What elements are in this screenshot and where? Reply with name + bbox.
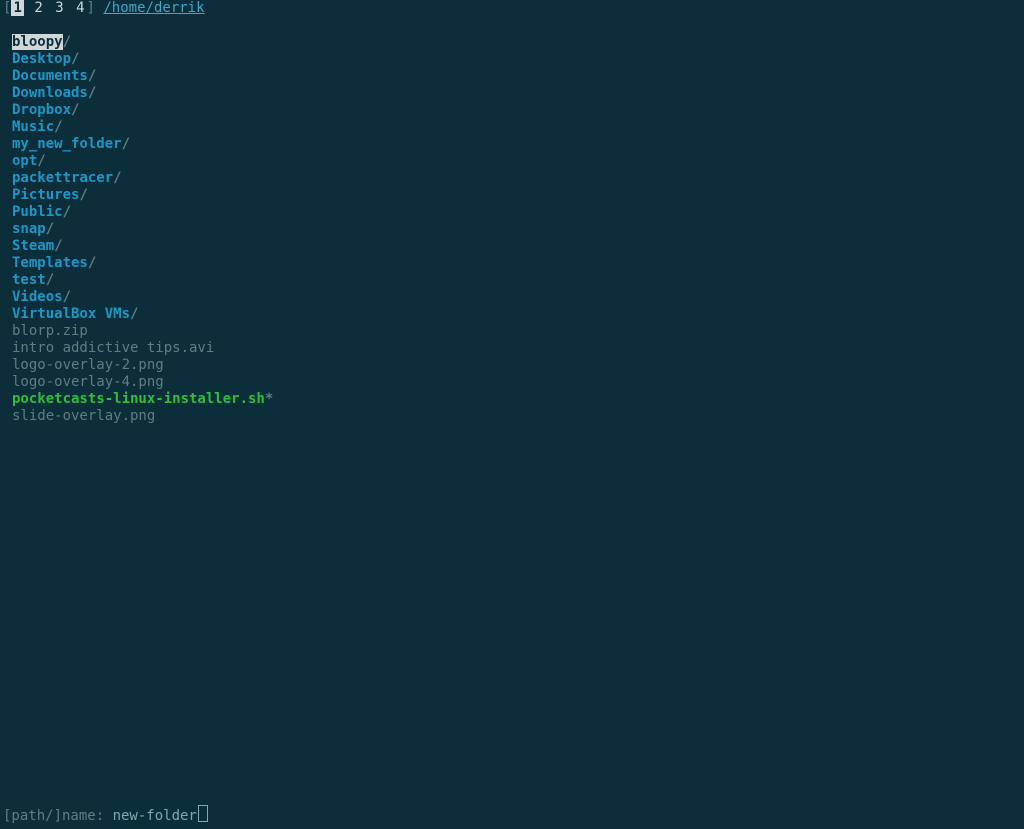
dir-entry[interactable]: snap/ bbox=[12, 221, 1024, 238]
entry-name: test bbox=[12, 272, 46, 288]
dir-entry[interactable]: packettracer/ bbox=[12, 170, 1024, 187]
entry-name: slide-overlay.png bbox=[12, 408, 155, 424]
current-path[interactable]: /home/derrik bbox=[103, 0, 204, 16]
dir-slash: / bbox=[122, 136, 130, 152]
file-entry[interactable]: logo-overlay-4.png bbox=[12, 374, 1024, 391]
file-entry[interactable]: slide-overlay.png bbox=[12, 408, 1024, 425]
file-entry[interactable]: intro addictive tips.avi bbox=[12, 340, 1024, 357]
entry-name: blorp.zip bbox=[12, 323, 88, 339]
file-entry[interactable]: logo-overlay-2.png bbox=[12, 357, 1024, 374]
entry-name: logo-overlay-4.png bbox=[12, 374, 164, 390]
dir-entry[interactable]: Music/ bbox=[12, 119, 1024, 136]
entry-name: Dropbox bbox=[12, 102, 71, 118]
entry-name: Steam bbox=[12, 238, 54, 254]
entry-name: Downloads bbox=[12, 85, 88, 101]
entry-name: pocketcasts-linux-installer.sh bbox=[12, 391, 265, 407]
tab-2[interactable]: 2 bbox=[32, 0, 44, 16]
file-entry[interactable]: blorp.zip bbox=[12, 323, 1024, 340]
dir-slash: / bbox=[46, 221, 54, 237]
dir-entry[interactable]: Public/ bbox=[12, 204, 1024, 221]
dir-entry[interactable]: opt/ bbox=[12, 153, 1024, 170]
dir-slash: / bbox=[54, 238, 62, 254]
dir-entry[interactable]: Desktop/ bbox=[12, 51, 1024, 68]
entry-name: Music bbox=[12, 119, 54, 135]
entry-name: intro addictive tips.avi bbox=[12, 340, 214, 356]
top-bar: [1 2 3 4] /home/derrik bbox=[0, 0, 1024, 17]
entry-name: packettracer bbox=[12, 170, 113, 186]
entry-name: Videos bbox=[12, 289, 63, 305]
dir-slash: / bbox=[130, 306, 138, 322]
dir-slash: / bbox=[54, 119, 62, 135]
dir-slash: / bbox=[113, 170, 121, 186]
dir-slash: / bbox=[63, 204, 71, 220]
dir-slash: / bbox=[37, 153, 45, 169]
entry-name: bloopy bbox=[12, 34, 63, 50]
dir-slash: / bbox=[88, 85, 96, 101]
tab-4[interactable]: 4 bbox=[74, 0, 86, 16]
dir-slash: / bbox=[46, 272, 54, 288]
tab-3[interactable]: 3 bbox=[53, 0, 65, 16]
dir-entry[interactable]: Templates/ bbox=[12, 255, 1024, 272]
dir-slash: / bbox=[63, 289, 71, 305]
dir-slash: / bbox=[71, 102, 79, 118]
exec-entry[interactable]: pocketcasts-linux-installer.sh* bbox=[12, 391, 1024, 408]
entry-name: VirtualBox VMs bbox=[12, 306, 130, 322]
dir-entry[interactable]: Steam/ bbox=[12, 238, 1024, 255]
dir-slash: / bbox=[63, 34, 71, 50]
dir-entry[interactable]: my_new_folder/ bbox=[12, 136, 1024, 153]
dir-slash: / bbox=[88, 68, 96, 84]
entry-name: my_new_folder bbox=[12, 136, 122, 152]
dir-entry[interactable]: Videos/ bbox=[12, 289, 1024, 306]
entry-name: Public bbox=[12, 204, 63, 220]
dir-entry[interactable]: Dropbox/ bbox=[12, 102, 1024, 119]
cursor bbox=[198, 805, 208, 822]
entry-name: opt bbox=[12, 153, 37, 169]
file-listing: bloopy/Desktop/Documents/Downloads/Dropb… bbox=[0, 17, 1024, 425]
dir-entry[interactable]: Documents/ bbox=[12, 68, 1024, 85]
dir-entry[interactable]: VirtualBox VMs/ bbox=[12, 306, 1024, 323]
prompt-label: [path/]name: bbox=[3, 808, 113, 824]
dir-entry[interactable]: test/ bbox=[12, 272, 1024, 289]
dir-slash: / bbox=[71, 51, 79, 67]
prompt-input-value: new-folder bbox=[113, 808, 197, 824]
dir-entry[interactable]: bloopy/ bbox=[12, 34, 1024, 51]
entry-name: Pictures bbox=[12, 187, 79, 203]
bracket-close: ] bbox=[87, 0, 95, 16]
entry-name: snap bbox=[12, 221, 46, 237]
entry-name: Desktop bbox=[12, 51, 71, 67]
dir-slash: / bbox=[88, 255, 96, 271]
entry-name: Documents bbox=[12, 68, 88, 84]
entry-name: logo-overlay-2.png bbox=[12, 357, 164, 373]
command-prompt[interactable]: [path/]name: new-folder bbox=[0, 805, 1024, 829]
exec-marker: * bbox=[265, 391, 273, 407]
tab-1[interactable]: 1 bbox=[11, 0, 23, 16]
entry-name: Templates bbox=[12, 255, 88, 271]
dir-entry[interactable]: Downloads/ bbox=[12, 85, 1024, 102]
dir-entry[interactable]: Pictures/ bbox=[12, 187, 1024, 204]
terminal-screen: [1 2 3 4] /home/derrik bloopy/Desktop/Do… bbox=[0, 0, 1024, 829]
dir-slash: / bbox=[79, 187, 87, 203]
